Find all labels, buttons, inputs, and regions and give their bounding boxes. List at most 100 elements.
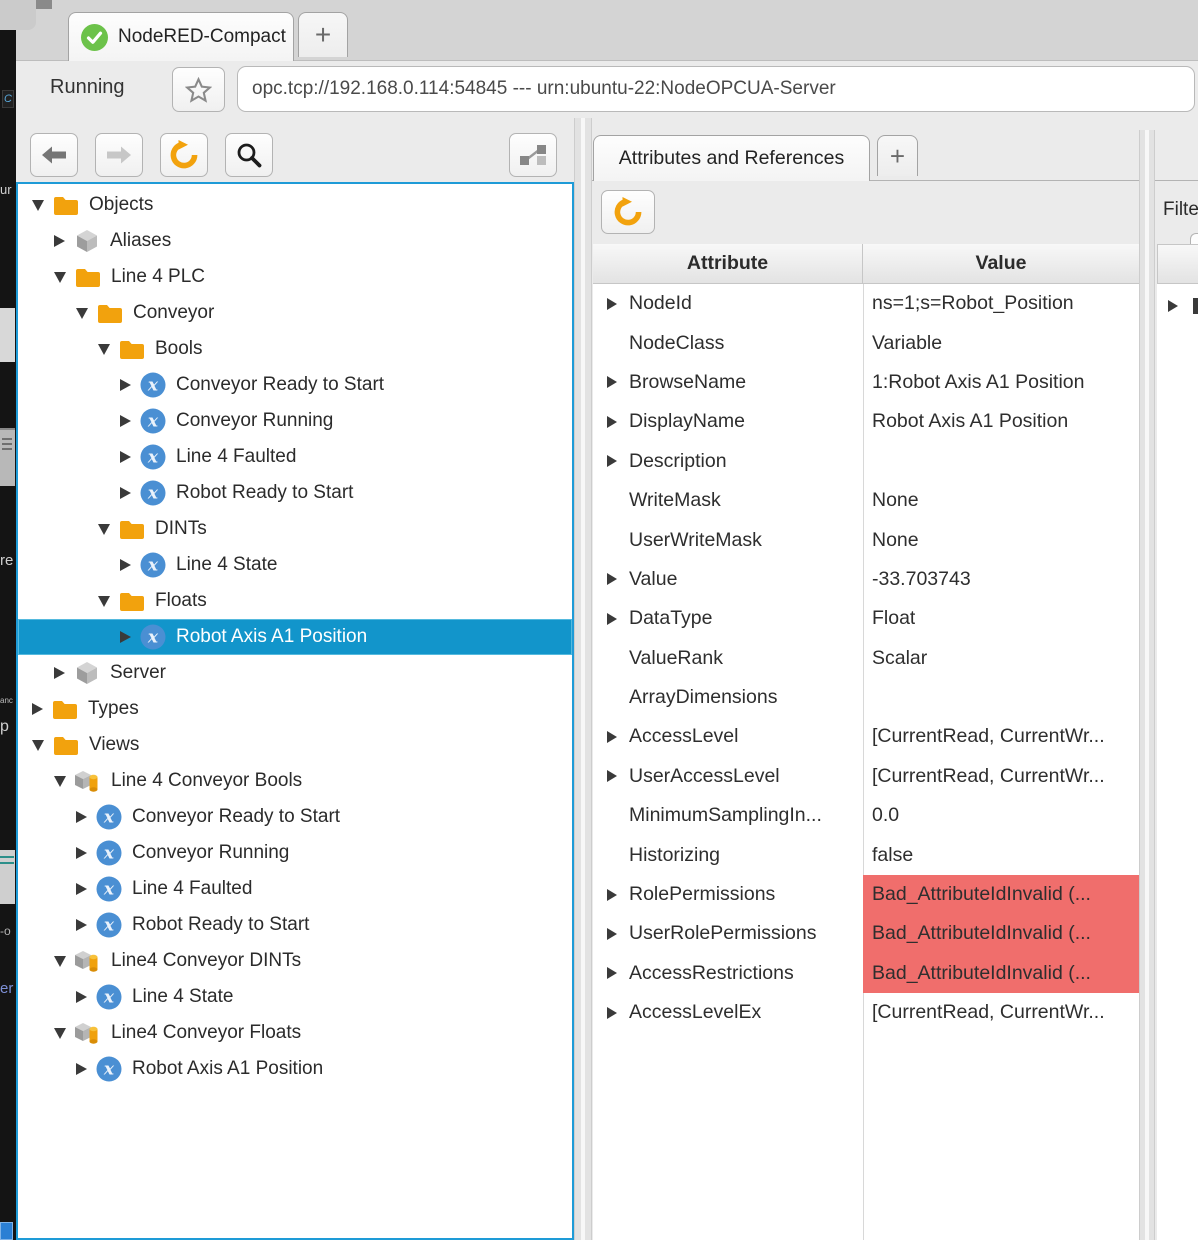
tree-item[interactable]: Types (18, 691, 572, 727)
attribute-row[interactable]: ValueRank Scalar (593, 639, 1139, 678)
attribute-row[interactable]: AccessRestrictions Bad_AttributeIdInvali… (593, 954, 1139, 993)
tree-item[interactable]: Server (18, 655, 572, 691)
expander-icon[interactable] (54, 667, 65, 679)
attribute-row[interactable]: NodeId ns=1;s=Robot_Position (593, 284, 1139, 323)
attribute-row[interactable]: AccessLevelEx [CurrentRead, CurrentWr... (593, 993, 1139, 1032)
expander-icon[interactable] (607, 928, 617, 940)
attribute-row[interactable]: DataType Float (593, 599, 1139, 638)
expander-icon[interactable] (607, 1007, 617, 1019)
tree-item[interactable]: x Conveyor Running (18, 403, 572, 439)
expander-icon[interactable] (120, 451, 131, 463)
attribute-row[interactable]: BrowseName 1:Robot Axis A1 Position (593, 363, 1139, 402)
new-panel-tab-button[interactable]: + (877, 135, 918, 176)
attribute-row[interactable]: Historizing false (593, 835, 1139, 874)
tree-item[interactable]: Line 4 PLC (18, 259, 572, 295)
tree-item[interactable]: Floats (18, 583, 572, 619)
forward-button[interactable] (95, 133, 143, 177)
expander-icon[interactable] (76, 919, 87, 931)
tree-item[interactable]: x Conveyor Running (18, 835, 572, 871)
tree-item[interactable]: Views (18, 727, 572, 763)
search-button[interactable] (225, 133, 273, 177)
expander-icon[interactable] (607, 455, 617, 467)
new-connection-tab-button[interactable]: + (298, 12, 348, 57)
expander-icon[interactable] (120, 379, 131, 391)
expander-icon[interactable] (54, 235, 65, 247)
expander-icon[interactable] (607, 731, 617, 743)
expander-icon[interactable] (607, 770, 617, 782)
references-splitter[interactable] (1139, 130, 1155, 1240)
fit-to-view-button[interactable] (509, 133, 557, 177)
server-address-input[interactable] (237, 66, 1195, 112)
tree-item[interactable]: Aliases (18, 223, 572, 259)
tree-item[interactable]: x Conveyor Ready to Start (18, 367, 572, 403)
tree-item[interactable]: Line4 Conveyor DINTs (18, 943, 572, 979)
attribute-row[interactable]: ArrayDimensions (593, 678, 1139, 717)
favorite-button[interactable] (172, 67, 225, 112)
expander-icon[interactable] (76, 991, 87, 1003)
tree-item[interactable]: Objects (18, 187, 572, 223)
tree-item[interactable]: x Robot Axis A1 Position (18, 619, 572, 655)
tree-item[interactable]: x Line 4 State (18, 979, 572, 1015)
tree-item[interactable]: x Conveyor Ready to Start (18, 799, 572, 835)
attribute-row[interactable]: AccessLevel [CurrentRead, CurrentWr... (593, 717, 1139, 756)
expander-icon[interactable] (120, 631, 131, 643)
attribute-row[interactable]: RolePermissions Bad_AttributeIdInvalid (… (593, 875, 1139, 914)
expander-icon[interactable] (54, 776, 66, 787)
tree-item[interactable]: x Line 4 State (18, 547, 572, 583)
attribute-row[interactable]: UserAccessLevel [CurrentRead, CurrentWr.… (593, 757, 1139, 796)
tree-item[interactable]: x Line 4 Faulted (18, 871, 572, 907)
attribute-row[interactable]: UserRolePermissions Bad_AttributeIdInval… (593, 914, 1139, 953)
expander-icon[interactable] (32, 703, 43, 715)
attribute-row[interactable]: UserWriteMask None (593, 520, 1139, 559)
tree-item[interactable]: x Robot Axis A1 Position (18, 1051, 572, 1087)
tree-item[interactable]: x Robot Ready to Start (18, 475, 572, 511)
expander-icon[interactable] (32, 740, 44, 751)
expander-icon[interactable] (76, 811, 87, 823)
expander-icon[interactable] (54, 956, 66, 967)
back-button[interactable] (30, 133, 78, 177)
expander-icon[interactable] (120, 487, 131, 499)
column-header-attribute[interactable]: Attribute (593, 244, 863, 284)
tab-attributes-and-references[interactable]: Attributes and References (593, 135, 870, 181)
expander-icon[interactable] (607, 967, 617, 979)
expander-icon[interactable] (54, 1028, 66, 1039)
expander-icon[interactable] (607, 613, 617, 625)
attribute-row[interactable]: Description (593, 442, 1139, 481)
column-header-value[interactable]: Value (863, 244, 1139, 284)
expander-icon[interactable] (120, 559, 131, 571)
expander-icon[interactable] (607, 889, 617, 901)
tree-item[interactable]: Conveyor (18, 295, 572, 331)
expander-icon[interactable] (76, 308, 88, 319)
tree-item[interactable]: DINTs (18, 511, 572, 547)
expander-icon[interactable] (54, 272, 66, 283)
tree-item[interactable]: x Line 4 Faulted (18, 439, 572, 475)
expander-icon[interactable] (98, 596, 110, 607)
expander-icon[interactable] (607, 416, 617, 428)
expander-icon[interactable] (98, 524, 110, 535)
tree-item[interactable]: Line 4 Conveyor Bools (18, 763, 572, 799)
tree-item[interactable]: Line4 Conveyor Floats (18, 1015, 572, 1051)
expander-icon[interactable] (607, 573, 617, 585)
attribute-row[interactable]: Value -33.703743 (593, 560, 1139, 599)
attribute-row[interactable]: DisplayName Robot Axis A1 Position (593, 402, 1139, 441)
expander-icon[interactable] (98, 344, 110, 355)
refresh-button[interactable] (160, 133, 208, 177)
expander-icon[interactable] (76, 883, 87, 895)
expander-icon[interactable] (76, 1063, 87, 1075)
attribute-value: 1:Robot Axis A1 Position (872, 371, 1084, 394)
connection-tab[interactable]: NodeRED-Compact × (68, 12, 294, 61)
tree-item[interactable]: Bools (18, 331, 572, 367)
pane-splitter[interactable] (574, 118, 592, 1240)
expand-icon[interactable] (1168, 300, 1178, 312)
refresh-attributes-button[interactable] (601, 190, 655, 234)
attribute-row[interactable]: WriteMask None (593, 481, 1139, 520)
tree-item[interactable]: x Robot Ready to Start (18, 907, 572, 943)
expander-icon[interactable] (607, 298, 617, 310)
expander-icon[interactable] (76, 847, 87, 859)
expander-icon[interactable] (32, 200, 44, 211)
attribute-row[interactable]: NodeClass Variable (593, 323, 1139, 362)
attribute-row[interactable]: MinimumSamplingIn... 0.0 (593, 796, 1139, 835)
expander-icon[interactable] (607, 376, 617, 388)
connection-tab-bar: NodeRED-Compact × + (16, 0, 1198, 61)
expander-icon[interactable] (120, 415, 131, 427)
